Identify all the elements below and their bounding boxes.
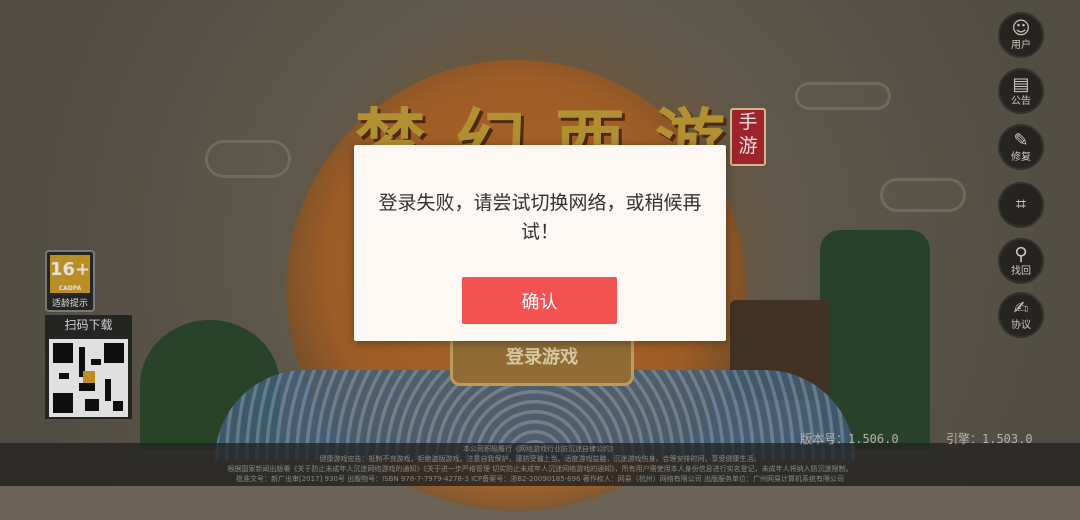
error-dialog: 登录失败，请尝试切换网络，或稍候再试！ 确认 [354,145,726,341]
confirm-button[interactable]: 确认 [462,277,617,324]
dialog-message: 登录失败，请尝试切换网络，或稍候再试！ [378,192,702,243]
